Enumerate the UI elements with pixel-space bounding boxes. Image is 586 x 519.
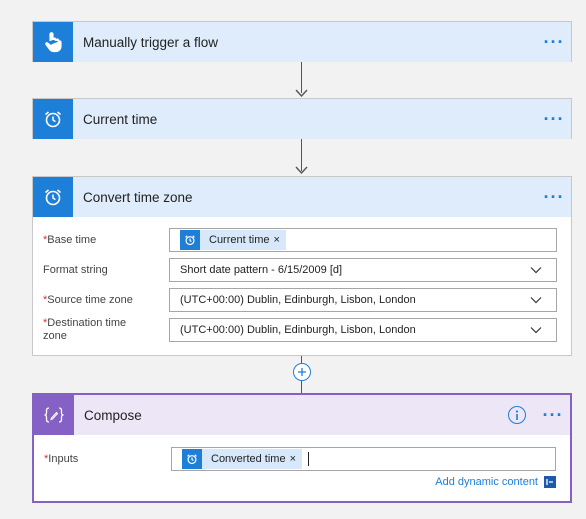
- alarm-clock-icon: [44, 111, 62, 128]
- inputs-label: *Inputs: [44, 452, 79, 465]
- inputs-field[interactable]: Converted time ×: [171, 447, 556, 471]
- inputs-row: *Inputs Converted time ×: [44, 446, 556, 472]
- add-square-icon: [546, 479, 553, 485]
- current-time-card[interactable]: Current time ···: [32, 98, 572, 139]
- current-time-title: Current time: [83, 111, 158, 127]
- compose-card-body: *Inputs Converted time × Add dynamic con…: [34, 435, 570, 494]
- add-dynamic-content-link[interactable]: Add dynamic content: [435, 476, 538, 488]
- current-time-more-button[interactable]: ···: [537, 99, 571, 139]
- alarm-clock-icon: [185, 235, 195, 246]
- trigger-card-header[interactable]: Manually trigger a flow ···: [33, 22, 571, 62]
- trigger-icon-box: [33, 22, 73, 62]
- token-clock-icon: [182, 449, 202, 469]
- hand-pointer-icon: [45, 32, 62, 53]
- trigger-title: Manually trigger a flow: [83, 34, 219, 50]
- chevron-down-icon[interactable]: [530, 324, 542, 336]
- destination-time-zone-label: *Destination time zone: [43, 317, 127, 342]
- convert-title: Convert time zone: [83, 189, 193, 205]
- text-cursor: [308, 452, 310, 466]
- token-label: Converted time: [211, 453, 286, 465]
- alarm-clock-icon: [187, 454, 197, 465]
- format-string-label: Format string: [43, 263, 108, 276]
- token-label: Current time: [209, 234, 270, 246]
- convert-time-zone-card[interactable]: Convert time zone ··· *Base time Current…: [32, 176, 572, 356]
- base-time-input[interactable]: Current time ×: [169, 228, 557, 252]
- compose-card-header[interactable]: Compose ···: [34, 395, 570, 435]
- converted-time-token[interactable]: Converted time ×: [182, 449, 303, 469]
- chevron-down-icon[interactable]: [530, 294, 542, 306]
- token-remove-button[interactable]: ×: [290, 453, 302, 465]
- insert-step-button[interactable]: [293, 363, 311, 381]
- format-string-dropdown[interactable]: Short date pattern - 6/15/2009 [d]: [169, 258, 557, 282]
- trigger-card[interactable]: Manually trigger a flow ···: [32, 21, 572, 62]
- source-time-zone-value: (UTC+00:00) Dublin, Edinburgh, Lisbon, L…: [180, 294, 416, 306]
- token-clock-icon: [180, 230, 200, 250]
- convert-card-body: *Base time Current time × Format string …: [33, 217, 571, 353]
- arrow-down-icon: [295, 89, 308, 97]
- info-icon: [515, 410, 519, 420]
- current-time-token[interactable]: Current time ×: [180, 230, 286, 250]
- destination-time-zone-value: (UTC+00:00) Dublin, Edinburgh, Lisbon, L…: [180, 324, 416, 336]
- format-string-value: Short date pattern - 6/15/2009 [d]: [180, 264, 343, 276]
- plus-icon: [298, 368, 306, 376]
- destination-time-zone-dropdown[interactable]: (UTC+00:00) Dublin, Edinburgh, Lisbon, L…: [169, 318, 557, 342]
- compose-card[interactable]: Compose ··· *Inputs Converted time × Add…: [32, 393, 572, 503]
- source-time-zone-label: *Source time zone: [43, 293, 133, 306]
- destination-time-zone-row: *Destination time zone (UTC+00:00) Dublin…: [43, 317, 557, 343]
- convert-icon-box: [33, 177, 73, 217]
- current-time-card-header[interactable]: Current time ···: [33, 99, 571, 139]
- alarm-clock-icon: [44, 189, 62, 206]
- convert-more-button[interactable]: ···: [537, 177, 571, 217]
- add-dynamic-content-row: Add dynamic content: [44, 476, 556, 488]
- token-remove-button[interactable]: ×: [274, 234, 286, 246]
- add-dynamic-content-button[interactable]: [544, 476, 556, 488]
- compose-title: Compose: [84, 407, 142, 423]
- format-string-row: Format string Short date pattern - 6/15/…: [43, 257, 557, 283]
- current-time-icon-box: [33, 99, 73, 139]
- info-button[interactable]: [508, 406, 526, 424]
- base-time-row: *Base time Current time ×: [43, 227, 557, 253]
- trigger-more-button[interactable]: ···: [537, 22, 571, 62]
- compose-more-button[interactable]: ···: [536, 395, 570, 435]
- convert-card-header[interactable]: Convert time zone ···: [33, 177, 571, 217]
- compose-braces-icon: [44, 407, 64, 423]
- source-time-zone-row: *Source time zone (UTC+00:00) Dublin, Ed…: [43, 287, 557, 313]
- compose-icon-box: [34, 395, 74, 435]
- arrow-down-icon: [295, 166, 308, 174]
- source-time-zone-dropdown[interactable]: (UTC+00:00) Dublin, Edinburgh, Lisbon, L…: [169, 288, 557, 312]
- chevron-down-icon[interactable]: [530, 264, 542, 276]
- base-time-label: *Base time: [43, 233, 97, 246]
